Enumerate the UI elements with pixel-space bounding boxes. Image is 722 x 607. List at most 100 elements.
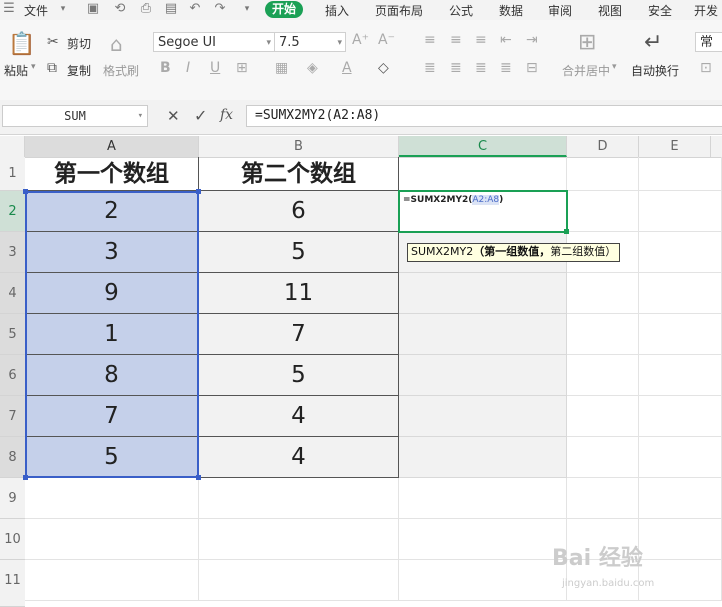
- cell-a7[interactable]: 7: [25, 396, 199, 437]
- cell-d7[interactable]: [567, 396, 639, 437]
- row-header-8[interactable]: 8: [0, 437, 25, 478]
- paste-dropdown-icon[interactable]: ▾: [31, 62, 36, 72]
- font-name-select[interactable]: Segoe UI ▾: [153, 32, 275, 52]
- cell-b4[interactable]: 11: [199, 273, 399, 314]
- tab-insert[interactable]: 插入: [325, 2, 349, 19]
- cell-c1[interactable]: [399, 157, 567, 191]
- function-args-tooltip[interactable]: SUMX2MY2（第一组数值，第二组数值）: [407, 243, 621, 262]
- undo-icon[interactable]: ↶: [188, 2, 202, 16]
- cell-a4[interactable]: 9: [25, 273, 199, 314]
- column-header-b[interactable]: B: [199, 136, 399, 157]
- align-center-icon[interactable]: ≣: [450, 60, 462, 76]
- paste-button[interactable]: 粘贴: [4, 62, 28, 79]
- cut-icon[interactable]: ✂: [47, 34, 59, 50]
- cell-a1[interactable]: 第一个数组: [25, 157, 199, 191]
- cell-b2[interactable]: 6: [199, 191, 399, 232]
- cell-e4[interactable]: [639, 273, 722, 314]
- confirm-formula-button[interactable]: ✓: [194, 106, 207, 125]
- cell-d8[interactable]: [567, 437, 639, 478]
- row-header-9[interactable]: 9: [0, 478, 25, 519]
- font-decrease-icon[interactable]: A⁻: [378, 32, 395, 48]
- merge-center-button[interactable]: 合并居中: [562, 62, 610, 79]
- column-header-c[interactable]: C: [399, 136, 567, 157]
- cell-e7[interactable]: [639, 396, 722, 437]
- align-right-icon[interactable]: ≣: [475, 60, 487, 76]
- cell-c6[interactable]: [399, 355, 567, 396]
- range-handle-top-right[interactable]: [196, 189, 201, 194]
- cell-e2[interactable]: [639, 191, 722, 232]
- cell-d6[interactable]: [567, 355, 639, 396]
- currency-icon[interactable]: ⊡: [700, 60, 712, 76]
- wrap-text-button[interactable]: 自动换行: [631, 62, 679, 79]
- menu-icon[interactable]: ☰: [2, 2, 16, 16]
- cell-c9[interactable]: [399, 478, 567, 519]
- cell-b3[interactable]: 5: [199, 232, 399, 273]
- font-size-select[interactable]: 7.5 ▾: [274, 32, 346, 52]
- tab-view[interactable]: 视图: [598, 2, 622, 19]
- cell-e1[interactable]: [639, 157, 722, 191]
- cell-b9[interactable]: [199, 478, 399, 519]
- cell-c8[interactable]: [399, 437, 567, 478]
- tab-home[interactable]: 开始: [265, 1, 304, 18]
- wrap-text-icon[interactable]: ↵: [644, 30, 662, 55]
- print-icon[interactable]: ⎙: [139, 2, 153, 16]
- range-handle-bottom-right[interactable]: [196, 475, 201, 480]
- distribute-icon[interactable]: ⊟: [526, 60, 538, 76]
- copy-icon[interactable]: ⧉: [47, 60, 57, 76]
- cell-d2[interactable]: [567, 191, 639, 232]
- active-cell-c2[interactable]: =SUMX2MY2(A2:A8): [398, 190, 568, 233]
- format-painter-icon[interactable]: ⌂: [110, 32, 123, 56]
- column-header-a[interactable]: A: [25, 136, 199, 157]
- indent-increase-icon[interactable]: ⇥: [526, 32, 538, 48]
- column-header-d[interactable]: D: [567, 136, 639, 157]
- cell-b7[interactable]: 4: [199, 396, 399, 437]
- tab-developer[interactable]: 开发: [694, 2, 718, 19]
- row-header-11[interactable]: 11: [0, 560, 25, 607]
- row-header-3[interactable]: 3: [0, 232, 25, 273]
- cell-d9[interactable]: [567, 478, 639, 519]
- cell-a2[interactable]: 2: [25, 191, 199, 232]
- chevron-down-icon[interactable]: ▾: [56, 2, 70, 16]
- share-icon[interactable]: ⟲: [113, 2, 127, 16]
- cell-a6[interactable]: 8: [25, 355, 199, 396]
- redo-icon[interactable]: ↷: [213, 2, 227, 16]
- cell-b11[interactable]: [199, 560, 399, 601]
- tab-data[interactable]: 数据: [499, 2, 523, 19]
- indent-decrease-icon[interactable]: ⇤: [500, 32, 512, 48]
- cell-d1[interactable]: [567, 157, 639, 191]
- cell-a8[interactable]: 5: [25, 437, 199, 478]
- align-top-icon[interactable]: ≡: [424, 32, 436, 48]
- cancel-formula-button[interactable]: ✕: [167, 107, 180, 125]
- select-all-corner[interactable]: [0, 136, 25, 157]
- cell-b8[interactable]: 4: [199, 437, 399, 478]
- copy-button[interactable]: 复制: [67, 62, 91, 79]
- cell-a11[interactable]: [25, 560, 199, 601]
- formula-input[interactable]: =SUMX2MY2(A2:A8): [246, 105, 722, 127]
- cell-d5[interactable]: [567, 314, 639, 355]
- cell-b5[interactable]: 7: [199, 314, 399, 355]
- tab-page-layout[interactable]: 页面布局: [375, 2, 423, 19]
- format-painter-button[interactable]: 格式刷: [103, 62, 139, 79]
- file-menu[interactable]: 文件: [24, 2, 48, 19]
- underline-button[interactable]: U: [210, 60, 220, 76]
- cell-c11[interactable]: [399, 560, 567, 601]
- cut-button[interactable]: 剪切: [67, 35, 91, 52]
- merge-dropdown-icon[interactable]: ▾: [612, 62, 617, 72]
- align-bottom-icon[interactable]: ≡: [475, 32, 487, 48]
- border-icon[interactable]: ⊞: [236, 60, 248, 76]
- cell-e10[interactable]: [639, 519, 722, 560]
- cell-e6[interactable]: [639, 355, 722, 396]
- clear-format-icon[interactable]: ◇: [378, 60, 389, 76]
- justify-icon[interactable]: ≣: [500, 60, 512, 76]
- cell-a5[interactable]: 1: [25, 314, 199, 355]
- range-handle-bottom-left[interactable]: [23, 475, 28, 480]
- fill-handle[interactable]: [564, 229, 569, 234]
- cell-d4[interactable]: [567, 273, 639, 314]
- paste-icon[interactable]: 📋: [8, 32, 35, 57]
- cell-c5[interactable]: [399, 314, 567, 355]
- customize-qa-icon[interactable]: ▾: [240, 2, 254, 16]
- cell-c7[interactable]: [399, 396, 567, 437]
- row-header-7[interactable]: 7: [0, 396, 25, 437]
- font-increase-icon[interactable]: A⁺: [352, 32, 369, 48]
- cell-e3[interactable]: [639, 232, 722, 273]
